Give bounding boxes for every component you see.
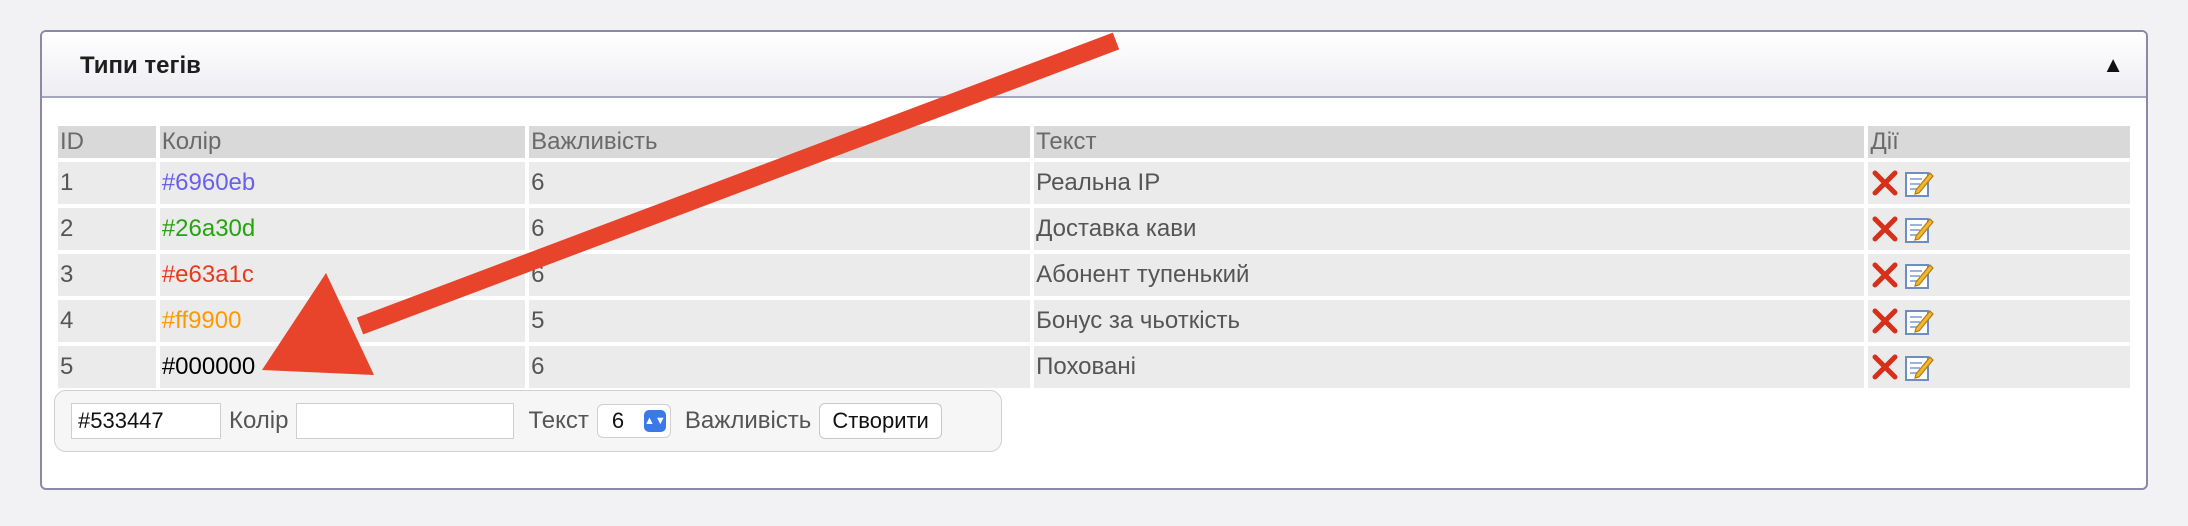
annotation-arrow bbox=[262, 32, 1120, 375]
annotation-arrow-shaft bbox=[356, 32, 1120, 335]
annotation-arrow-head bbox=[262, 273, 374, 375]
